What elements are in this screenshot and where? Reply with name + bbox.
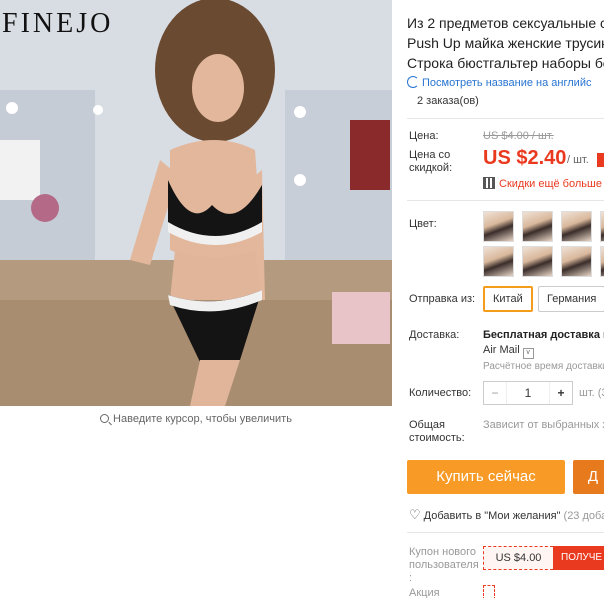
quantity-available: шт. (3 — [579, 387, 604, 399]
price-unit: / шт. — [567, 154, 589, 166]
magnifier-icon — [100, 414, 110, 423]
color-swatch[interactable] — [600, 246, 604, 277]
quantity-decrease-button[interactable]: − — [484, 382, 506, 404]
product-photo-graphic — [0, 0, 392, 406]
add-to-cart-button[interactable]: Д — [573, 460, 604, 494]
coupon-label-line: Купон нового — [409, 546, 477, 558]
divider — [407, 200, 604, 201]
quantity-increase-button[interactable]: + — [550, 382, 572, 404]
product-info-panel: Из 2 предметов сексуальные стр Push Up м… — [407, 0, 604, 598]
divider — [407, 532, 604, 533]
quantity-stepper: − 1 + — [483, 381, 573, 405]
promo-label: Акция — [409, 587, 440, 598]
delivery-value: Бесплатная доставка в — [483, 329, 604, 341]
zoom-hint: Наведите курсор, чтобы увеличить — [0, 413, 392, 425]
color-swatch[interactable] — [561, 246, 592, 277]
shipping-method-text: Air Mail — [483, 344, 520, 356]
discount-price: US $2.40 — [483, 147, 567, 169]
quantity-input[interactable]: 1 — [506, 382, 550, 404]
promo-badge — [483, 585, 495, 598]
total-cost-note: Зависит от выбранных х — [483, 419, 604, 431]
new-user-coupon-label: Купон нового пользователя : — [409, 546, 479, 585]
color-swatch[interactable] — [483, 246, 514, 277]
quantity-label: Количество: — [409, 387, 472, 399]
original-price: US $4.00 / шт. — [483, 130, 554, 142]
delivery-label: Доставка: — [409, 329, 460, 341]
qr-code-icon — [483, 177, 495, 189]
chevron-down-icon: v — [522, 348, 534, 359]
product-main-image[interactable]: FINEJO — [0, 0, 392, 406]
coupon-amount: US $4.00 — [483, 546, 553, 570]
color-swatch[interactable] — [522, 211, 553, 242]
product-title-line: Push Up майка женские трусики — [407, 35, 604, 51]
coupon-label-line: пользователя — [409, 559, 479, 571]
discount-price-label: Цена со скидкой: — [409, 149, 453, 174]
color-swatch[interactable] — [600, 211, 604, 242]
more-discounts-link[interactable]: Скидки ещё больше в — [483, 177, 604, 190]
discount-badge — [597, 153, 604, 167]
divider — [407, 118, 604, 119]
total-cost-label: Общая стоимость: — [409, 419, 465, 445]
ship-from-germany-option[interactable]: Германия — [538, 286, 604, 312]
color-swatch[interactable] — [561, 211, 592, 242]
add-to-wishlist-link[interactable]: ♡ Добавить в "Мои желания" (23 доба — [409, 507, 604, 523]
heart-icon: ♡ — [409, 507, 421, 522]
color-label: Цвет: — [409, 218, 437, 230]
delivery-time: Расчётное время доставки — [483, 361, 604, 372]
brand-watermark: FINEJO — [2, 8, 114, 39]
ship-from-china-option[interactable]: Китай — [483, 286, 533, 312]
buy-now-button[interactable]: Купить сейчас — [407, 460, 565, 494]
price-label: Цена: — [409, 130, 439, 142]
translate-title-link[interactable]: Посмотреть название на английс — [407, 76, 591, 89]
translate-icon — [407, 76, 419, 88]
ship-from-label: Отправка из: — [409, 293, 476, 305]
color-swatch[interactable] — [483, 211, 514, 242]
wishlist-label: Добавить в "Мои желания" — [423, 510, 561, 522]
coupon-label-line: : — [409, 572, 413, 584]
get-coupon-button[interactable]: ПОЛУЧЕ — [553, 546, 604, 570]
total-cost-label-line: Общая — [409, 419, 445, 431]
translate-title-text: Посмотреть название на английс — [422, 77, 592, 89]
color-swatch[interactable] — [522, 246, 553, 277]
wishlist-count: (23 доба — [563, 510, 604, 522]
more-discounts-text: Скидки ещё больше в — [499, 178, 604, 190]
orders-count: 2 заказа(ов) — [417, 95, 479, 107]
product-title-line: Из 2 предметов сексуальные стр — [407, 15, 604, 31]
total-cost-label-line: стоимость: — [409, 432, 465, 444]
shipping-method-select[interactable]: Air Mail v — [483, 344, 534, 359]
product-title-line: Строка бюстгальтер наборы бел — [407, 55, 604, 71]
product-title: Из 2 предметов сексуальные стр Push Up м… — [407, 13, 604, 73]
zoom-hint-text: Наведите курсор, чтобы увеличить — [113, 413, 292, 425]
